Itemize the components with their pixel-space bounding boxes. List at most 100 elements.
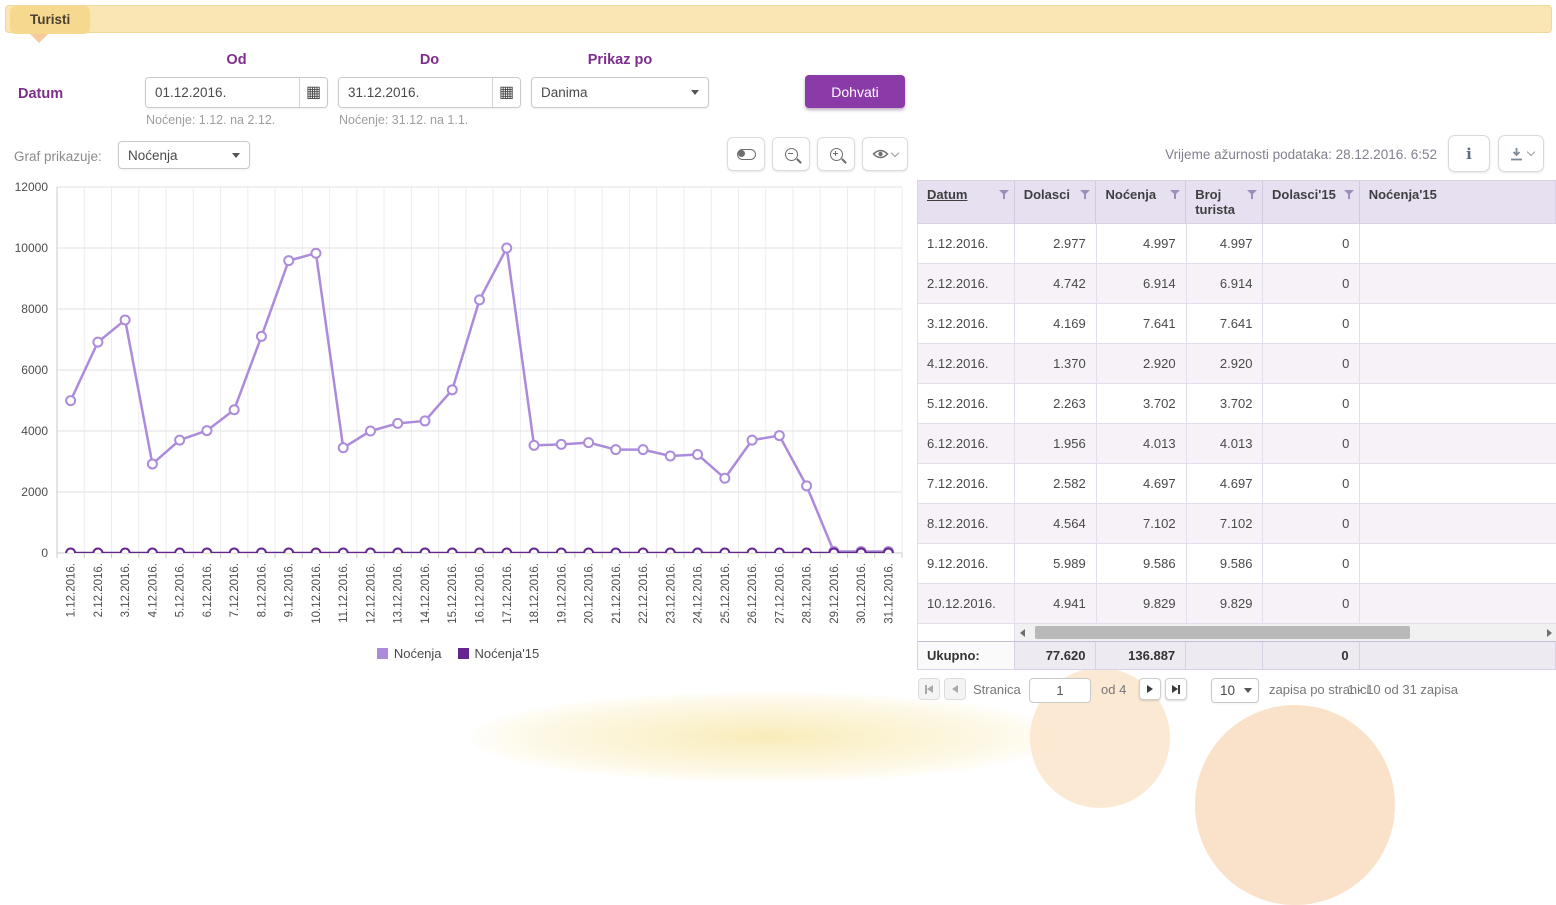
chart-theme-toggle-button[interactable]: [727, 137, 765, 171]
line-chart[interactable]: 0200040006000800010000120001.12.2016.2.1…: [2, 178, 914, 672]
date-to-note: Noćenje: 31.12. na 1.1.: [339, 113, 468, 127]
cell-nocenja: 9.829: [1097, 584, 1187, 623]
cell-dolasci: 2.977: [1015, 224, 1097, 263]
svg-text:7.12.2016.: 7.12.2016.: [229, 563, 241, 617]
date-from-input[interactable]: [146, 78, 299, 107]
cell-dolasci15: 0: [1263, 344, 1360, 383]
cell-datum: 9.12.2016.: [918, 544, 1015, 583]
zoom-in-button[interactable]: [817, 137, 855, 171]
date-to-input[interactable]: [339, 78, 492, 107]
last-page-button[interactable]: [1165, 678, 1187, 700]
graf-prikazuje-label: Graf prikazuje:: [14, 149, 102, 164]
legend-item-nocenja15[interactable]: Noćenja'15: [458, 646, 540, 661]
table-row[interactable]: 9.12.2016.5.9899.5869.5860: [917, 544, 1556, 584]
svg-text:29.12.2016.: 29.12.2016.: [829, 563, 841, 624]
cell-datum: 7.12.2016.: [918, 464, 1015, 503]
table-row[interactable]: 5.12.2016.2.2633.7023.7020: [917, 384, 1556, 424]
cell-nocenja15: [1360, 464, 1556, 503]
graf-prikazuje-value: Noćenja: [119, 148, 223, 163]
svg-text:24.12.2016.: 24.12.2016.: [693, 563, 705, 624]
graf-prikazuje-dropdown[interactable]: Noćenja: [118, 141, 250, 169]
cell-datum: 1.12.2016.: [918, 224, 1015, 263]
cell-nocenja: 2.920: [1097, 344, 1187, 383]
svg-text:21.12.2016.: 21.12.2016.: [611, 563, 623, 624]
cell-dolasci: 1.956: [1015, 424, 1097, 463]
svg-text:12.12.2016.: 12.12.2016.: [365, 563, 377, 624]
dohvati-button[interactable]: Dohvati: [805, 75, 905, 108]
chevron-down-icon: [891, 148, 899, 156]
svg-text:31.12.2016.: 31.12.2016.: [883, 563, 895, 624]
cell-datum: 5.12.2016.: [918, 384, 1015, 423]
calendar-open-button[interactable]: ▦: [299, 78, 327, 107]
scroll-right-arrow[interactable]: [1542, 624, 1556, 641]
table-row[interactable]: 6.12.2016.1.9564.0134.0130: [917, 424, 1556, 464]
first-page-button[interactable]: [918, 678, 940, 700]
prikaz-po-dropdown[interactable]: Danima: [531, 77, 709, 108]
svg-text:26.12.2016.: 26.12.2016.: [747, 563, 759, 624]
table-row[interactable]: 1.12.2016.2.9774.9974.9970: [917, 224, 1556, 264]
column-header-dolasci[interactable]: Dolasci: [1015, 181, 1097, 223]
svg-text:10000: 10000: [15, 241, 49, 255]
table-row[interactable]: 8.12.2016.4.5647.1027.1020: [917, 504, 1556, 544]
filter-funnel-icon[interactable]: [1247, 190, 1257, 200]
cell-nocenja: 7.641: [1097, 304, 1187, 343]
svg-text:25.12.2016.: 25.12.2016.: [720, 563, 732, 624]
filter-funnel-icon[interactable]: [1170, 190, 1180, 200]
cell-dolasci15: 0: [1263, 544, 1360, 583]
page-size-dropdown[interactable]: 10: [1211, 678, 1259, 703]
column-header-nocenja[interactable]: Noćenja: [1096, 181, 1186, 223]
datum-row-label: Datum: [18, 86, 63, 102]
filter-funnel-icon[interactable]: [999, 190, 1009, 200]
table-row[interactable]: 4.12.2016.1.3702.9202.9200: [917, 344, 1556, 384]
totals-broj-turista: [1186, 642, 1263, 669]
cell-datum: 4.12.2016.: [918, 344, 1015, 383]
column-header-broj-turista[interactable]: Broj turista: [1186, 181, 1263, 223]
svg-text:4000: 4000: [21, 424, 48, 438]
page-number-input[interactable]: [1029, 678, 1091, 703]
next-page-button[interactable]: [1139, 678, 1161, 700]
cell-dolasci: 1.370: [1015, 344, 1097, 383]
toggle-switch-icon: [737, 149, 756, 160]
tab-turisti[interactable]: Turisti: [10, 6, 90, 34]
info-button[interactable]: i: [1448, 135, 1490, 172]
table-row[interactable]: 3.12.2016.4.1697.6417.6410: [917, 304, 1556, 344]
cell-dolasci15: 0: [1263, 464, 1360, 503]
stranica-label: Stranica: [973, 682, 1021, 697]
filter-funnel-icon[interactable]: [1080, 190, 1090, 200]
horizontal-scrollbar[interactable]: [1015, 624, 1556, 641]
cell-dolasci15: 0: [1263, 424, 1360, 463]
previous-page-button[interactable]: [944, 678, 966, 700]
table-row[interactable]: 10.12.2016.4.9419.8299.8290: [917, 584, 1556, 624]
cell-dolasci15: 0: [1263, 264, 1360, 303]
cell-dolasci15: 0: [1263, 304, 1360, 343]
calendar-open-button[interactable]: ▦: [492, 78, 520, 107]
scrollbar-thumb[interactable]: [1035, 626, 1410, 639]
column-header-nocenja15[interactable]: Noćenja'15: [1360, 181, 1555, 223]
svg-text:17.12.2016.: 17.12.2016.: [502, 563, 514, 624]
od-column-header: Od: [145, 52, 328, 68]
totals-dolasci15: 0: [1263, 642, 1360, 669]
zoom-out-button[interactable]: [772, 137, 810, 171]
cell-nocenja15: [1360, 384, 1556, 423]
horizontal-scrollbar-row: [917, 624, 1556, 641]
legend-item-nocenja[interactable]: Noćenja: [377, 646, 442, 661]
zoom-in-icon: [830, 148, 843, 161]
svg-text:6000: 6000: [21, 363, 48, 377]
table-row[interactable]: 7.12.2016.2.5824.6974.6970: [917, 464, 1556, 504]
cell-broj_turista: 7.102: [1187, 504, 1264, 543]
scroll-left-arrow[interactable]: [1015, 624, 1029, 641]
export-download-button[interactable]: [1498, 135, 1544, 172]
series-visibility-button[interactable]: [862, 137, 908, 171]
totals-row: Ukupno: 77.620 136.887 0: [917, 641, 1556, 670]
column-header-datum[interactable]: Datum: [918, 181, 1015, 223]
column-header-dolasci15[interactable]: Dolasci'15: [1263, 181, 1360, 223]
chart-legend: Noćenja Noćenja'15: [2, 646, 914, 661]
svg-text:0: 0: [41, 546, 48, 560]
cell-datum: 3.12.2016.: [918, 304, 1015, 343]
filter-funnel-icon[interactable]: [1344, 190, 1354, 200]
svg-text:20.12.2016.: 20.12.2016.: [584, 563, 596, 624]
date-to-group: ▦: [338, 77, 521, 108]
chevron-down-icon: [691, 90, 699, 95]
chart-canvas[interactable]: 0200040006000800010000120001.12.2016.2.1…: [2, 178, 914, 644]
table-row[interactable]: 2.12.2016.4.7426.9146.9140: [917, 264, 1556, 304]
